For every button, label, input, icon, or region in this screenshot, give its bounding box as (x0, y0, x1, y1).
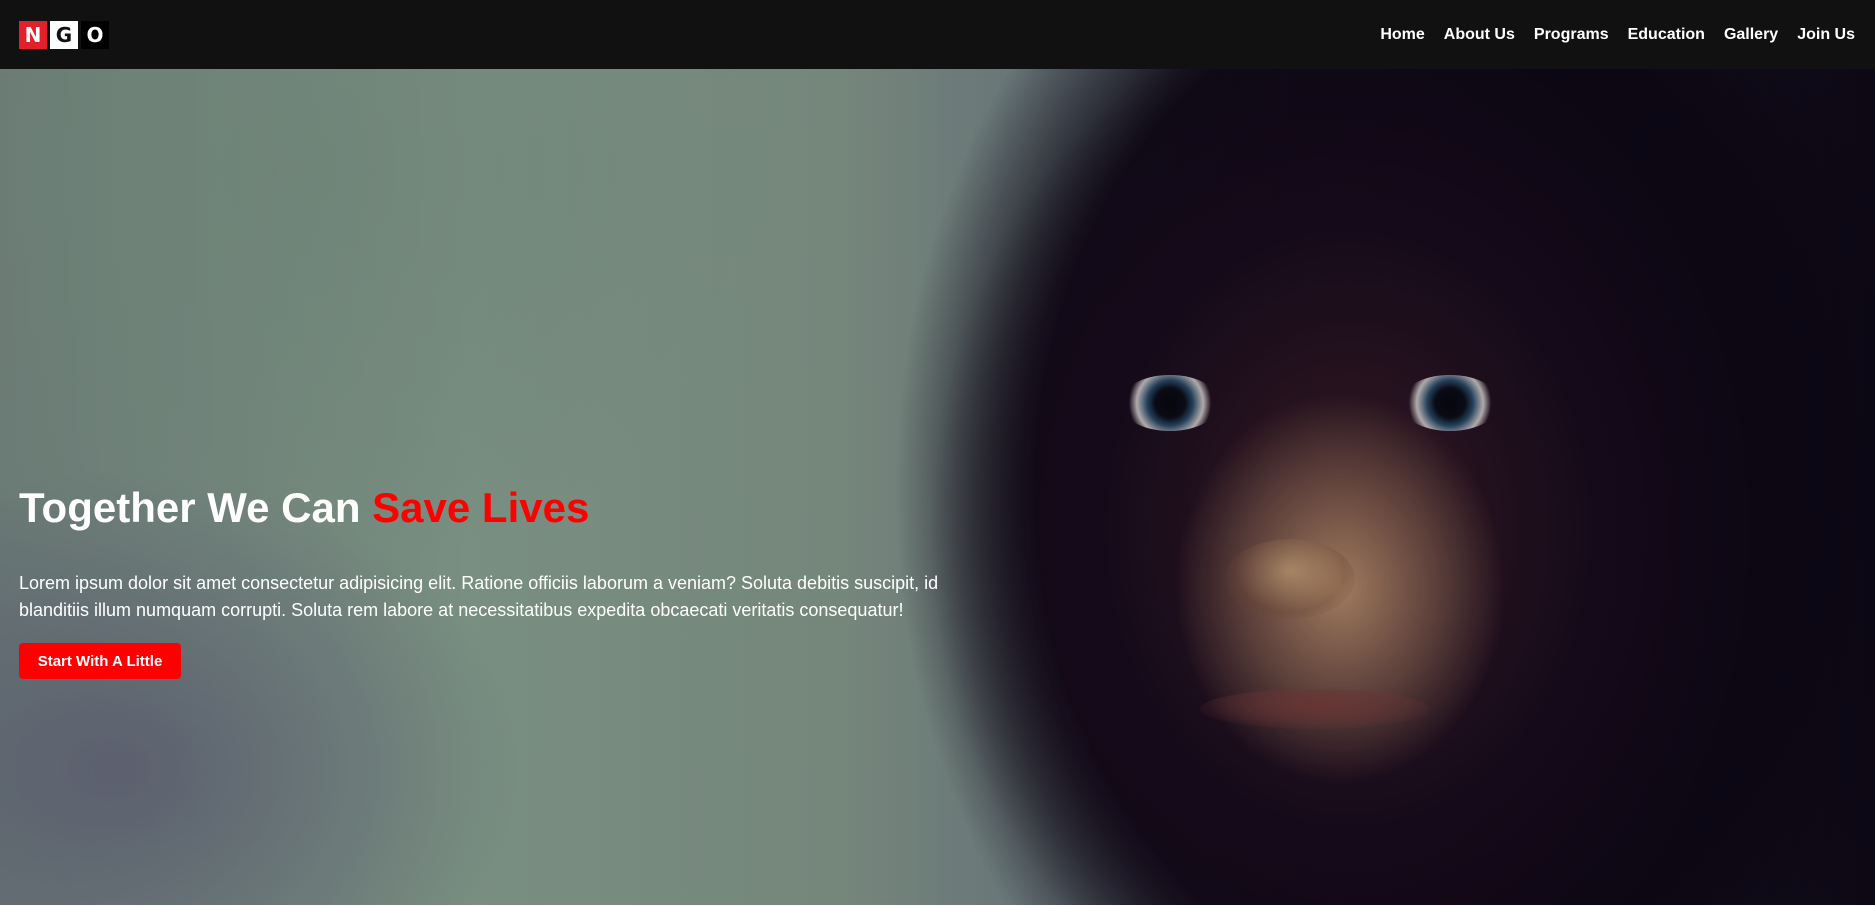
nav-gallery[interactable]: Gallery (1724, 26, 1778, 44)
logo[interactable]: N G O (19, 20, 109, 49)
nav-join-us[interactable]: Join Us (1797, 26, 1855, 44)
hero-title-main: Together We Can (19, 484, 373, 531)
hero-description: Lorem ipsum dolor sit amet consectetur a… (19, 573, 939, 620)
start-with-a-little-button[interactable]: Start With A Little (19, 643, 181, 679)
nav-programs[interactable]: Programs (1534, 26, 1609, 44)
hero-title: Together We Can Save Lives (19, 484, 959, 532)
main-nav: Home About Us Programs Education Gallery… (1380, 26, 1855, 44)
nav-about-us[interactable]: About Us (1444, 26, 1515, 44)
nav-home[interactable]: Home (1380, 26, 1424, 44)
navbar: N G O Home About Us Programs Education G… (0, 0, 1875, 69)
logo-letter-n: N (19, 20, 47, 49)
hero-content: Together We Can Save Lives Lorem ipsum d… (19, 484, 959, 679)
hero-section: Together We Can Save Lives Lorem ipsum d… (0, 69, 1875, 906)
hero-title-accent: Save Lives (372, 484, 590, 531)
nav-education[interactable]: Education (1628, 26, 1705, 44)
logo-letter-o: O (81, 20, 109, 49)
logo-letter-g: G (50, 20, 78, 49)
